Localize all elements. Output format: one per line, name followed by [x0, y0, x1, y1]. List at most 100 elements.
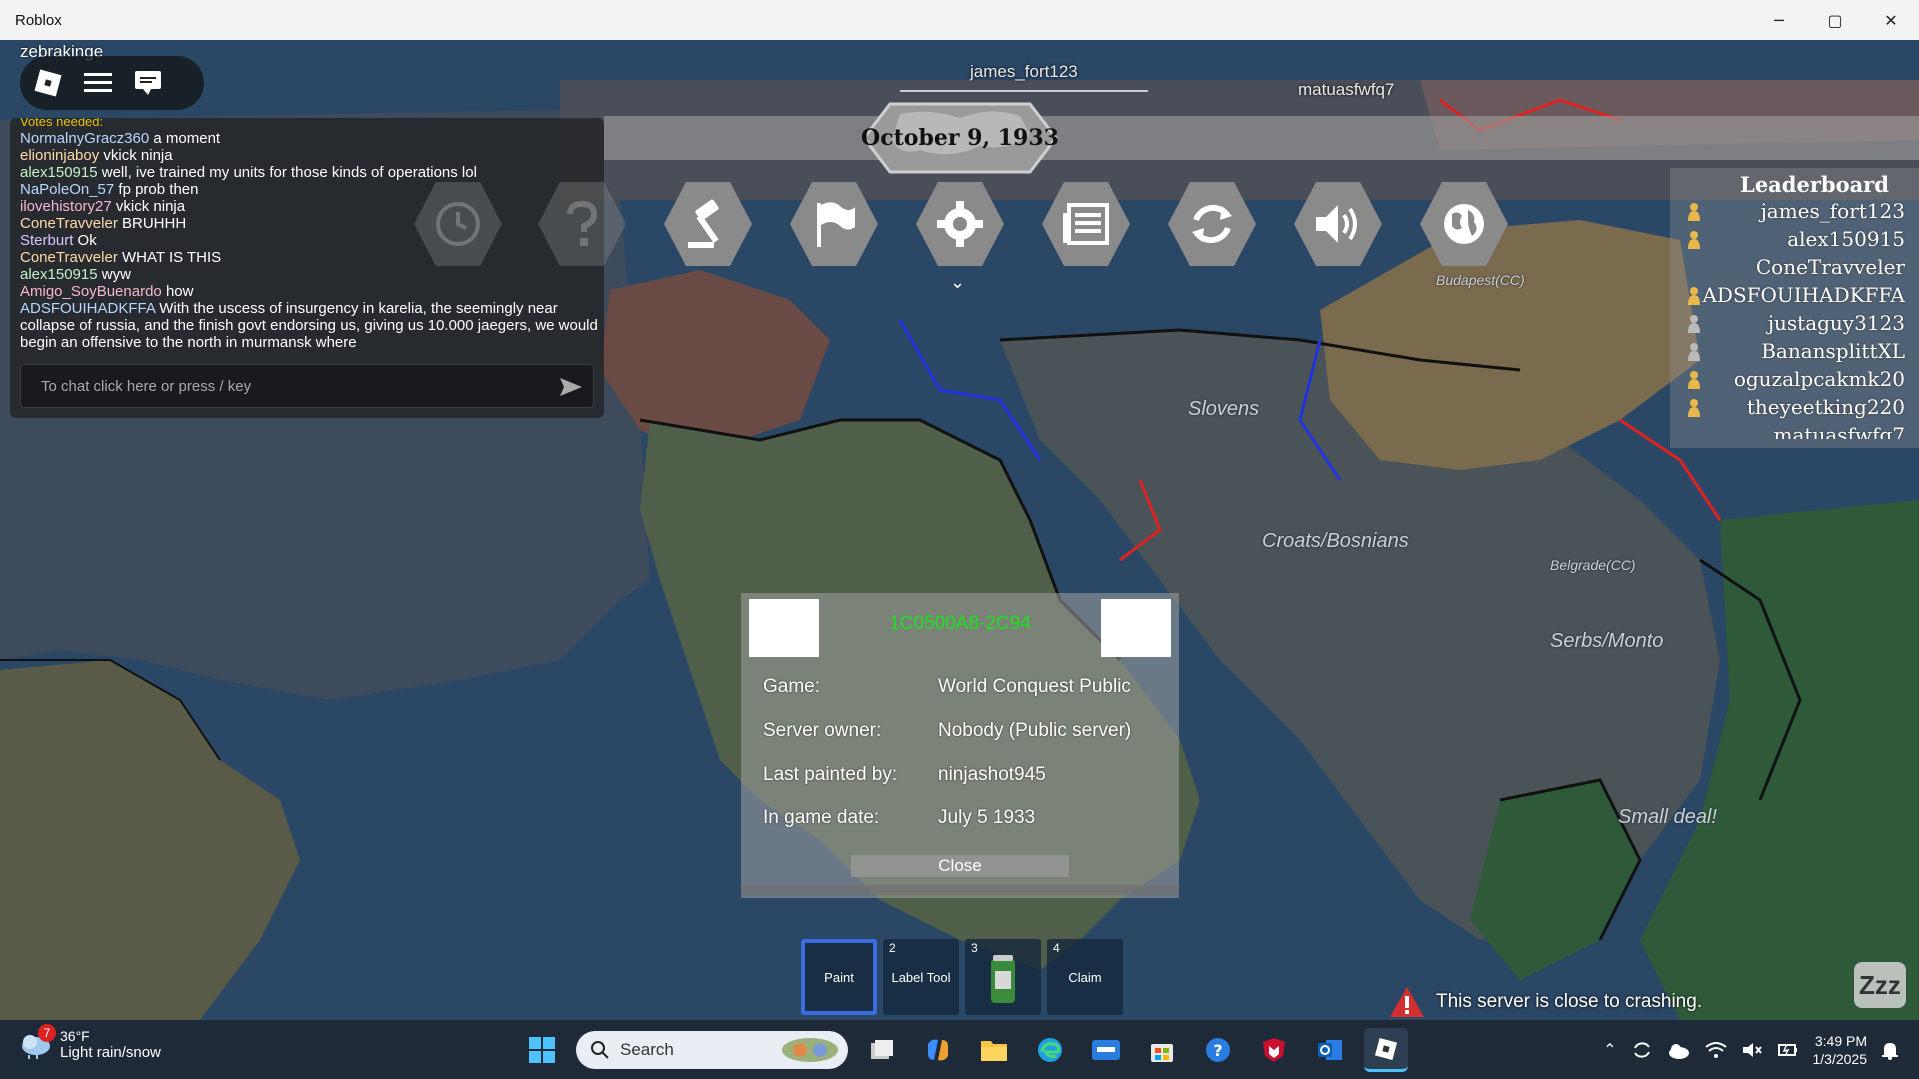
weather-condition: Light rain/snow [60, 1044, 161, 1061]
roblox-logo-icon[interactable] [30, 65, 66, 101]
server-warning: This server is close to crashing. [1388, 985, 1702, 1019]
windows-logo-icon [529, 1037, 555, 1063]
help-circle-icon: ? [1206, 1038, 1230, 1062]
chat-message: alex150915 well, ive trained my units fo… [20, 164, 477, 181]
file-explorer-button[interactable] [972, 1028, 1016, 1072]
chevron-up-icon[interactable]: ⌃ [1603, 1040, 1616, 1060]
leaderboard-row[interactable]: justaguy3123 [1670, 309, 1919, 337]
rank-icon [1688, 371, 1700, 389]
help-app-button[interactable]: ? [1196, 1028, 1240, 1072]
copilot-button[interactable] [916, 1028, 960, 1072]
chat-message: NaPoleOn_57 fp prob then [20, 181, 199, 198]
leaderboard-title: Leaderboard [1740, 172, 1889, 197]
in-game-date-value: July 5 1933 [938, 807, 1036, 828]
volume-muted-icon[interactable] [1741, 1041, 1763, 1059]
map-label-serbs: Serbs/Monto [1550, 630, 1664, 652]
in-game-date: October 9, 1933 [861, 125, 1059, 151]
warning-icon [1390, 987, 1424, 1017]
taskbar-clock[interactable]: 3:49 PM 1/3/2025 [1813, 1032, 1868, 1068]
chevron-down-icon[interactable]: ⌄ [950, 272, 965, 293]
hotbar-slot-claim[interactable]: 4 Claim [1047, 939, 1123, 1015]
search-placeholder: Search [620, 1040, 674, 1059]
news-button[interactable] [1040, 178, 1132, 270]
in-game-date-label: In game date: [763, 807, 880, 828]
leaderboard-row[interactable]: theyeetking220 [1670, 393, 1919, 421]
settings-button[interactable] [914, 178, 1006, 270]
server-owner-label: Server owner: [763, 720, 882, 741]
leaderboard-row[interactable]: alex150915 [1670, 225, 1919, 253]
roblox-app-icon [1374, 1037, 1398, 1060]
chat-input[interactable] [21, 365, 541, 407]
flag-button[interactable] [788, 178, 880, 270]
rank-icon [1688, 399, 1700, 417]
game-label: Game: [763, 676, 821, 697]
leaderboard-row[interactable]: matuasfwfq7 [1670, 421, 1919, 439]
history-button[interactable] [412, 178, 504, 270]
rank-icon [1688, 203, 1700, 221]
leaderboard-player-name: james_fort123 [1760, 199, 1905, 223]
send-icon[interactable] [557, 373, 585, 401]
wifi-icon[interactable] [1704, 1041, 1727, 1059]
store-button[interactable] [1140, 1028, 1184, 1072]
leaderboard-row[interactable]: james_fort123 [1670, 197, 1919, 225]
weather-temperature: 36°F [60, 1028, 90, 1044]
leaderboard-row[interactable]: ConeTravveler [1670, 253, 1919, 281]
notification-bell-icon[interactable] [1881, 1040, 1899, 1060]
server-owner-value: Nobody (Public server) [938, 720, 1132, 741]
edge-button[interactable] [1028, 1028, 1072, 1072]
hotbar-slot-label-tool[interactable]: 2 Label Tool [883, 939, 959, 1015]
menu-icon[interactable] [80, 65, 116, 101]
task-view-button[interactable] [860, 1028, 904, 1072]
question-icon [567, 200, 598, 246]
chat-message: elioninjaboy vkick ninja [20, 147, 173, 164]
mcafee-shield-button[interactable] [1252, 1028, 1296, 1072]
close-window-button[interactable]: ✕ [1863, 0, 1919, 40]
hotbar-slot-3[interactable]: 3 [965, 939, 1041, 1015]
leaderboard-player-name: oguzalpcakmk20 [1733, 367, 1905, 391]
world-button[interactable] [1418, 178, 1510, 270]
nametag-underline [900, 90, 1148, 92]
admin-button[interactable] [662, 178, 754, 270]
windows-taskbar: 7 36°F Light rain/snow Search ? ⌃ 3:49 P… [0, 1020, 1919, 1079]
hotbar-slot-label: Claim [1068, 970, 1102, 985]
maximize-button[interactable]: ▢ [1807, 0, 1863, 40]
refresh-button[interactable] [1166, 178, 1258, 270]
window-title: Roblox [15, 11, 62, 29]
sync-icon[interactable] [1631, 1039, 1653, 1061]
start-button[interactable] [520, 1028, 564, 1072]
mcafee-app-icon [1092, 1040, 1120, 1060]
edge-icon [1038, 1038, 1062, 1062]
gavel-icon [688, 199, 719, 248]
battery-icon[interactable] [1777, 1041, 1799, 1059]
player-nametag: james_fort123 [900, 62, 1148, 92]
dialog-close-button[interactable]: Close [851, 855, 1069, 877]
hotbar-slot-paint[interactable]: Paint [801, 939, 877, 1015]
taskbar-search[interactable]: Search [576, 1031, 848, 1069]
leaderboard-player-name: theyeetking220 [1746, 395, 1905, 419]
roblox-menu-bar [20, 56, 204, 110]
hotbar-slot-label: Paint [824, 970, 854, 985]
roblox-taskbar-button[interactable] [1364, 1028, 1408, 1072]
weather-widget[interactable]: 7 36°F Light rain/snow [20, 1024, 161, 1061]
leaderboard-row[interactable]: BanansplittXL [1670, 337, 1919, 365]
leaderboard-player-name: alex150915 [1787, 227, 1905, 251]
chat-message: Sterburt Ok [20, 232, 97, 249]
leaderboard-row[interactable]: oguzalpcakmk20 [1670, 365, 1919, 393]
chat-message: Amigo_SoyBuenardo how [20, 283, 194, 300]
speaker-icon [1316, 205, 1357, 243]
rank-icon [1688, 343, 1700, 361]
minimize-button[interactable]: ─ [1751, 0, 1807, 40]
help-button[interactable] [536, 178, 628, 270]
chat-message: ilovehistory27 vkick ninja [20, 198, 186, 215]
leaderboard-row[interactable]: ADSFOUIHADKFFA [1670, 281, 1919, 309]
date-banner-bar [604, 116, 1919, 160]
outlook-icon [1318, 1040, 1342, 1060]
onedrive-icon[interactable] [1667, 1040, 1691, 1060]
outlook-button[interactable] [1308, 1028, 1352, 1072]
chat-toggle-icon[interactable] [130, 65, 166, 101]
rank-icon [1688, 287, 1700, 305]
server-info-dialog: 1C0500A8-2C94 Game: World Conquest Publi… [741, 593, 1179, 898]
mcafee-app-button[interactable] [1084, 1028, 1128, 1072]
taskbar-pinned: Search ? [520, 1028, 1408, 1072]
sound-button[interactable] [1292, 178, 1384, 270]
